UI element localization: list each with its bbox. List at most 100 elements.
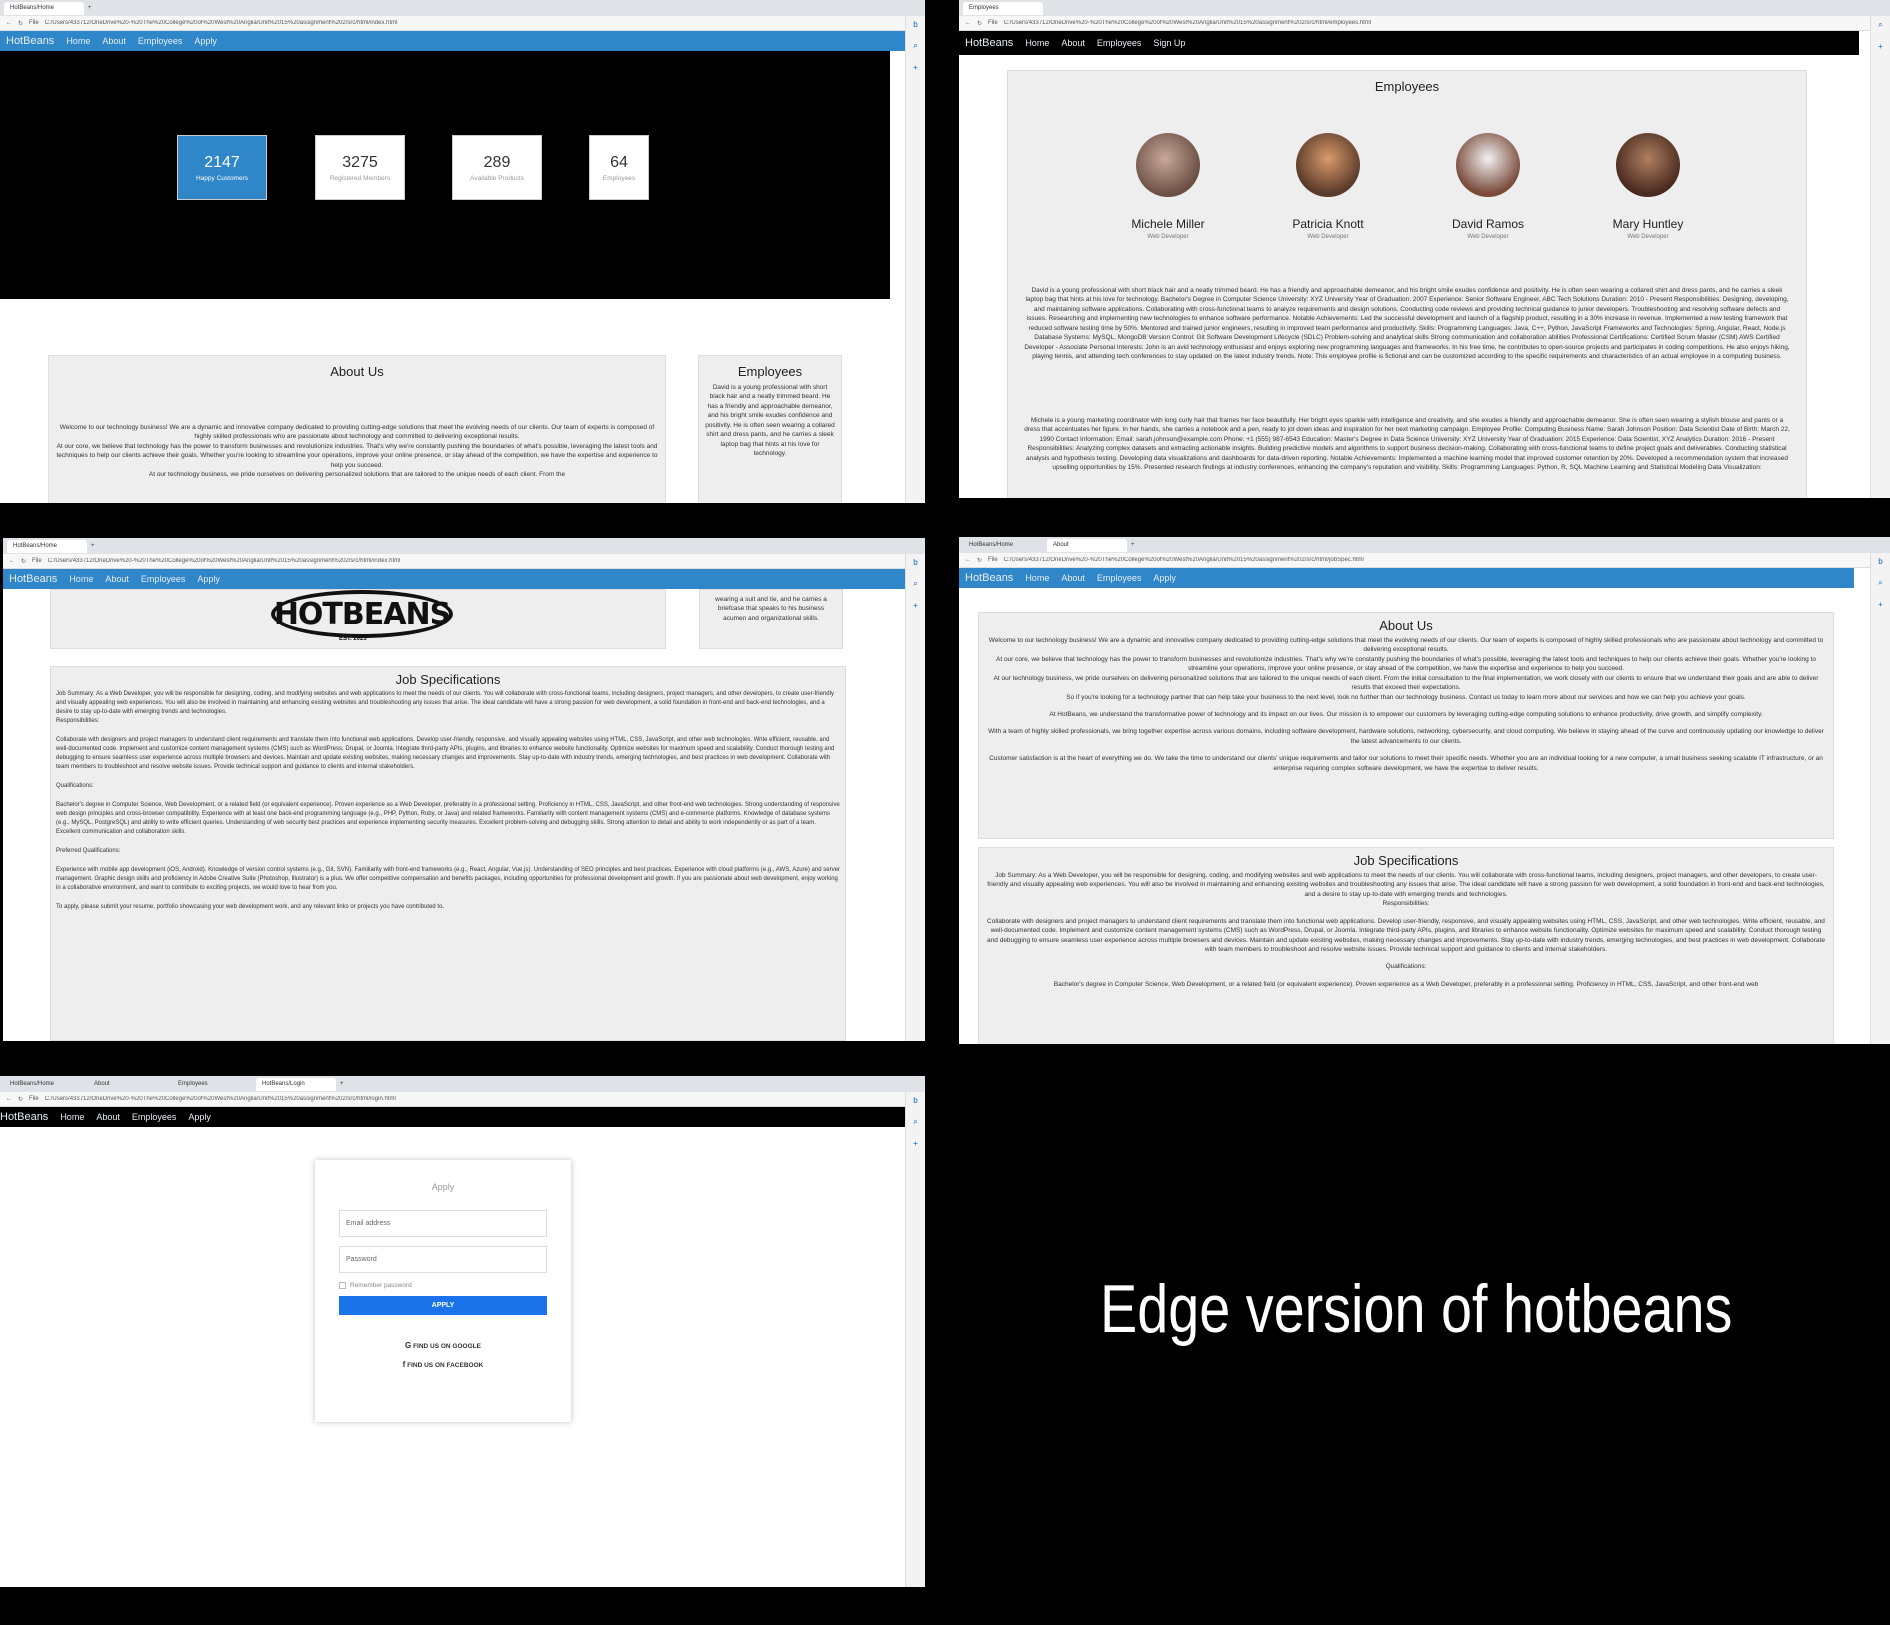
browser-tab-home[interactable]: HotBeans/Home: [963, 539, 1043, 552]
browser-tab-login[interactable]: HotBeans/Login: [256, 1077, 336, 1091]
new-tab-icon[interactable]: +: [91, 543, 95, 549]
employees-paragraph: David is a young professional with short…: [705, 384, 835, 457]
nav-employees[interactable]: Employees: [132, 1112, 177, 1122]
browser-tab-home[interactable]: HotBeans/Home: [7, 539, 87, 553]
password-field[interactable]: Password: [339, 1246, 547, 1273]
search-icon[interactable]: ⌕: [1878, 578, 1882, 588]
browser-tab-employees[interactable]: Employees: [963, 1, 1043, 15]
google-link[interactable]: G FIND US ON GOOGLE: [315, 1341, 571, 1350]
file-label: File: [988, 557, 998, 563]
browser-tab-bar: Employees: [959, 0, 1890, 16]
bing-icon[interactable]: b: [1878, 557, 1882, 566]
bing-icon[interactable]: b: [913, 20, 917, 29]
refresh-icon[interactable]: ↻: [18, 20, 23, 27]
facebook-link[interactable]: f FIND US ON FACEBOOK: [315, 1360, 571, 1369]
nav-about[interactable]: About: [105, 574, 129, 584]
browser-tab-about[interactable]: About: [1047, 538, 1127, 552]
nav-about[interactable]: About: [1061, 38, 1085, 48]
brand-link[interactable]: HotBeans: [965, 572, 1013, 584]
add-icon[interactable]: +: [1878, 600, 1883, 609]
back-icon[interactable]: ←: [6, 20, 12, 26]
browser-tab-home[interactable]: HotBeans/Home: [4, 1078, 84, 1091]
address-bar[interactable]: ← ↻ File C:/Users/433712/OneDrive%20-%20T…: [0, 1092, 925, 1107]
add-icon[interactable]: +: [913, 63, 918, 72]
refresh-icon[interactable]: ↻: [977, 20, 982, 27]
about-paragraph: At our core, we believe that technology …: [56, 442, 658, 469]
bing-icon[interactable]: b: [913, 558, 917, 567]
nav-home[interactable]: Home: [1025, 38, 1049, 48]
url-text[interactable]: C:/Users/433712/OneDrive%20-%20The%20Col…: [45, 20, 925, 26]
back-icon[interactable]: ←: [965, 20, 971, 26]
browser-tab-employees[interactable]: Employees: [172, 1078, 252, 1091]
about-us-title: About Us: [1379, 618, 1433, 633]
address-bar[interactable]: ← ↻ File C:/Users/433712/OneDrive%20-%20T…: [0, 16, 925, 31]
search-icon[interactable]: ⌕: [1878, 20, 1882, 30]
refresh-icon[interactable]: ↻: [977, 557, 982, 564]
remember-checkbox[interactable]: [339, 1282, 346, 1289]
site-navbar: HotBeans Home About Employees Sign Up: [959, 31, 1859, 55]
nav-home[interactable]: Home: [1025, 573, 1049, 583]
new-tab-icon[interactable]: +: [88, 5, 92, 11]
back-icon[interactable]: ←: [965, 557, 971, 563]
nav-apply[interactable]: Apply: [1153, 573, 1176, 583]
browser-tab-bar: HotBeans/Home About Employees HotBeans/L…: [0, 1076, 925, 1092]
url-text[interactable]: C:/Users/433712/OneDrive%20-%20The%20Col…: [1004, 20, 1890, 26]
nav-apply[interactable]: Apply: [197, 574, 220, 584]
nav-employees[interactable]: Employees: [1097, 38, 1142, 48]
search-icon[interactable]: ⌕: [913, 1117, 917, 1127]
nav-employees[interactable]: Employees: [138, 36, 183, 46]
address-bar[interactable]: ← ↻ File C:/Users/433712/OneDrive%20-%20T…: [3, 554, 925, 569]
stat-label: Happy Customers: [195, 174, 249, 182]
nav-employees[interactable]: Employees: [141, 574, 186, 584]
file-label: File: [29, 1096, 39, 1102]
nav-about[interactable]: About: [96, 1112, 120, 1122]
nav-about[interactable]: About: [1061, 573, 1085, 583]
stat-registered-members: 3275 Registered Members: [315, 135, 405, 200]
brand-link[interactable]: HotBeans: [6, 35, 54, 47]
nav-apply[interactable]: Apply: [188, 1112, 211, 1122]
employee-name: David Ramos: [1451, 217, 1525, 231]
about-paragraph: Customer satisfaction is at the heart of…: [989, 755, 1823, 772]
url-text[interactable]: C:/Users/433712/OneDrive%20-%20The%20Col…: [1004, 557, 1890, 563]
apply-button[interactable]: APPLY: [339, 1296, 547, 1315]
employees-title: Employees: [1374, 79, 1440, 94]
qualifications-text: Bachelor's degree in Computer Science, W…: [1053, 980, 1759, 988]
bing-icon[interactable]: b: [913, 1096, 917, 1105]
refresh-icon[interactable]: ↻: [21, 558, 26, 565]
brand-link[interactable]: HotBeans: [965, 37, 1013, 49]
nav-employees[interactable]: Employees: [1097, 573, 1142, 583]
avatar: [1136, 133, 1200, 197]
new-tab-icon[interactable]: +: [340, 1081, 344, 1087]
employee-name: Michele Miller: [1131, 217, 1205, 231]
search-icon[interactable]: ⌕: [913, 579, 917, 589]
back-icon[interactable]: ←: [6, 1096, 12, 1102]
refresh-icon[interactable]: ↻: [18, 1096, 23, 1103]
employees-section: Employees Michele Miller Web Developer P…: [1007, 70, 1807, 498]
url-text[interactable]: C:/Users/433712/OneDrive%20-%20The%20Col…: [45, 1096, 925, 1102]
browser-tab-about[interactable]: About: [88, 1078, 168, 1091]
new-tab-icon[interactable]: +: [1131, 542, 1135, 548]
add-icon[interactable]: +: [913, 601, 918, 610]
browser-tab-home[interactable]: HotBeans/Home: [4, 1, 84, 15]
nav-home[interactable]: Home: [69, 574, 93, 584]
stat-label: Available Products: [470, 174, 524, 182]
employee-card: Mary Huntley Web Developer: [1578, 133, 1718, 240]
add-icon[interactable]: +: [913, 1139, 918, 1148]
nav-home[interactable]: Home: [66, 36, 90, 46]
address-bar[interactable]: ← ↻ File C:/Users/433712/OneDrive%20-%20T…: [959, 553, 1890, 568]
url-text[interactable]: C:/Users/433712/OneDrive%20-%20The%20Col…: [48, 558, 925, 564]
nav-signup[interactable]: Sign Up: [1153, 38, 1185, 48]
search-icon[interactable]: ⌕: [913, 41, 917, 51]
brand-link[interactable]: HotBeans: [0, 1111, 48, 1123]
nav-apply[interactable]: Apply: [194, 36, 217, 46]
brand-link[interactable]: HotBeans: [9, 573, 57, 585]
nav-home[interactable]: Home: [60, 1112, 84, 1122]
responsibilities-text: Collaborate with designers and project m…: [987, 917, 1825, 953]
nav-about[interactable]: About: [102, 36, 126, 46]
address-bar[interactable]: ← ↻ File C:/Users/433712/OneDrive%20-%20T…: [959, 16, 1890, 31]
stat-happy-customers: 2147 Happy Customers: [177, 135, 267, 200]
back-icon[interactable]: ←: [9, 558, 15, 564]
email-field[interactable]: Email address: [339, 1210, 547, 1237]
responsibilities-text: Collaborate with designers and project m…: [56, 737, 835, 770]
add-icon[interactable]: +: [1878, 42, 1883, 51]
